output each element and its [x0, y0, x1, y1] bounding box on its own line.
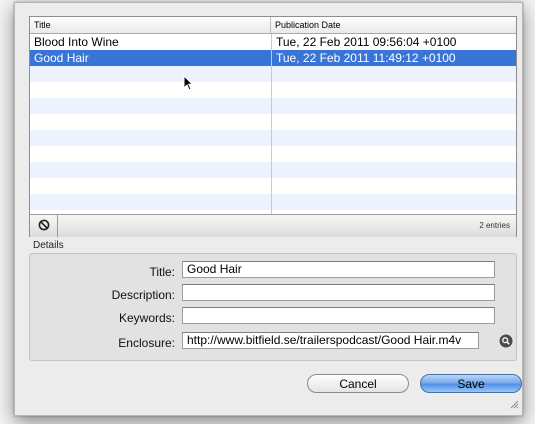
mouse-pointer-icon [183, 74, 194, 94]
remove-entry-button[interactable] [30, 215, 58, 237]
episode-sheet: Title Publication Date Blood Into Wine T… [14, 2, 523, 416]
resize-grip[interactable] [509, 399, 519, 412]
row-date: Tue, 22 Feb 2011 09:56:04 +0100 [276, 35, 457, 49]
entry-count: 2 entries [479, 221, 510, 230]
magnifier-icon [499, 334, 513, 351]
keywords-field[interactable] [182, 307, 495, 324]
table-row[interactable]: Blood Into Wine Tue, 22 Feb 2011 09:56:0… [30, 34, 516, 50]
empty-row [30, 146, 516, 162]
details-section-label: Details [33, 240, 64, 251]
enclosure-label: Enclosure: [118, 336, 175, 350]
table-rows: Blood Into Wine Tue, 22 Feb 2011 09:56:0… [30, 34, 516, 214]
title-label: Title: [149, 265, 175, 279]
table-header: Title Publication Date [30, 17, 516, 34]
empty-row [30, 66, 516, 82]
table-footer: 2 entries [30, 214, 516, 237]
episode-table[interactable]: Title Publication Date Blood Into Wine T… [29, 16, 517, 237]
row-title: Good Hair [34, 51, 89, 65]
save-button[interactable]: Save [420, 374, 522, 393]
empty-row [30, 194, 516, 210]
empty-row [30, 98, 516, 114]
description-label: Description: [111, 288, 175, 302]
no-entry-icon [38, 219, 50, 234]
enclosure-field[interactable]: http://www.bitfield.se/trailerspodcast/G… [182, 332, 479, 349]
reveal-enclosure-button[interactable] [499, 334, 513, 348]
column-divider [271, 34, 272, 214]
empty-row [30, 130, 516, 146]
empty-row [30, 162, 516, 178]
row-date: Tue, 22 Feb 2011 11:49:12 +0100 [276, 51, 456, 65]
empty-row [30, 114, 516, 130]
empty-row [30, 82, 516, 98]
column-header-title[interactable]: Title [30, 17, 271, 33]
keywords-label: Keywords: [118, 311, 175, 325]
cancel-button[interactable]: Cancel [307, 374, 409, 393]
title-field[interactable]: Good Hair [182, 261, 495, 278]
column-header-publication-date[interactable]: Publication Date [271, 17, 516, 33]
empty-row [30, 178, 516, 194]
row-title: Blood Into Wine [34, 35, 119, 49]
table-row-selected[interactable]: Good Hair Tue, 22 Feb 2011 11:49:12 +010… [30, 50, 516, 66]
description-field[interactable] [182, 284, 495, 301]
